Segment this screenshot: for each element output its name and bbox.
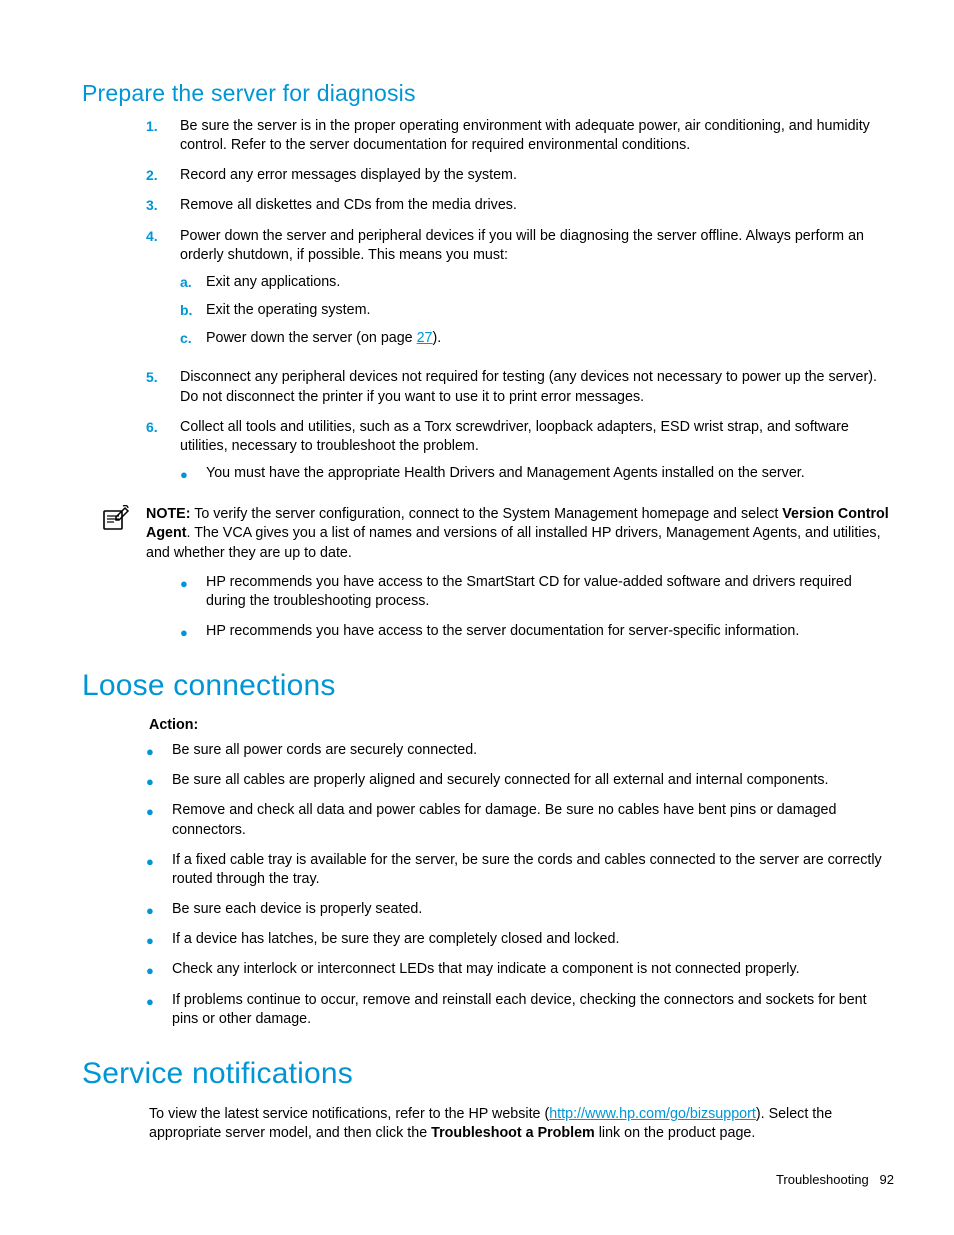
- list-item: 5. Disconnect any peripheral devices not…: [146, 368, 894, 406]
- list-text: Be sure all cables are properly aligned …: [172, 771, 894, 790]
- list-text: Disconnect any peripheral devices not re…: [180, 368, 894, 406]
- list-item: ●Be sure all power cords are securely co…: [146, 741, 894, 760]
- list-text: Remove and check all data and power cabl…: [172, 801, 894, 839]
- list-text: You must have the appropriate Health Dri…: [206, 464, 894, 483]
- sn-suffix: link on the product page.: [595, 1125, 756, 1141]
- footer-page-number: 92: [880, 1172, 894, 1187]
- note-part2: . The VCA gives you a list of names and …: [146, 525, 881, 560]
- list-text: Exit any applications.: [206, 273, 894, 292]
- sn-prefix: To view the latest service notifications…: [149, 1106, 549, 1122]
- list-item: 1. Be sure the server is in the proper o…: [146, 117, 894, 155]
- list-item: ● You must have the appropriate Health D…: [180, 464, 894, 483]
- footer-section: Troubleshooting: [776, 1172, 869, 1187]
- list-text: Remove all diskettes and CDs from the me…: [180, 196, 894, 215]
- step6-bullets: ● You must have the appropriate Health D…: [180, 464, 894, 483]
- list-marker: c.: [180, 329, 206, 348]
- list-item: ●If a fixed cable tray is available for …: [146, 851, 894, 889]
- list-text: Be sure all power cords are securely con…: [172, 741, 894, 760]
- list-text: Power down the server and peripheral dev…: [180, 227, 894, 358]
- list-item: ●Check any interlock or interconnect LED…: [146, 960, 894, 979]
- list-item: ●Remove and check all data and power cab…: [146, 801, 894, 839]
- bullet-icon: ●: [146, 930, 172, 949]
- list-marker: 5.: [146, 368, 180, 406]
- list-text: Exit the operating system.: [206, 301, 894, 320]
- bullet-icon: ●: [146, 960, 172, 979]
- prepare-steps: 1. Be sure the server is in the proper o…: [146, 117, 894, 494]
- page-footer: Troubleshooting 92: [776, 1172, 894, 1187]
- note-text: NOTE: To verify the server configuration…: [146, 505, 894, 562]
- list-item: b. Exit the operating system.: [180, 301, 894, 320]
- bullet-icon: ●: [180, 573, 206, 611]
- bullet-icon: ●: [146, 771, 172, 790]
- bullet-icon: ●: [146, 801, 172, 839]
- list-text: HP recommends you have access to the Sma…: [206, 573, 894, 611]
- list-item: c. Power down the server (on page 27).: [180, 329, 894, 348]
- list-text: Be sure each device is properly seated.: [172, 900, 894, 919]
- prepare-body: 1. Be sure the server is in the proper o…: [146, 117, 894, 641]
- list-item: ●Be sure each device is properly seated.: [146, 900, 894, 919]
- bullet-icon: ●: [146, 900, 172, 919]
- note-part1: To verify the server configuration, conn…: [190, 506, 782, 522]
- list-text: Record any error messages displayed by t…: [180, 166, 894, 185]
- step4-text: Power down the server and peripheral dev…: [180, 228, 864, 263]
- bullet-icon: ●: [180, 464, 206, 483]
- bullet-icon: ●: [180, 622, 206, 641]
- list-item: ●Be sure all cables are properly aligned…: [146, 771, 894, 790]
- bullet-icon: ●: [146, 741, 172, 760]
- colon: :: [193, 717, 198, 733]
- bullet-icon: ●: [146, 991, 172, 1029]
- list-text: Power down the server (on page 27).: [206, 329, 894, 348]
- action-label: Action:: [149, 717, 894, 733]
- loose-bullets: ●Be sure all power cords are securely co…: [146, 741, 894, 1029]
- note-label: NOTE:: [146, 506, 190, 522]
- list-marker: 6.: [146, 418, 180, 494]
- loose-body: ●Be sure all power cords are securely co…: [146, 741, 894, 1029]
- list-marker: 1.: [146, 117, 180, 155]
- list-item: 4. Power down the server and peripheral …: [146, 227, 894, 358]
- sn-bold: Troubleshoot a Problem: [431, 1125, 595, 1141]
- note-block: NOTE: To verify the server configuration…: [102, 505, 894, 562]
- list-item: ● HP recommends you have access to the S…: [180, 573, 894, 611]
- step6-text: Collect all tools and utilities, such as…: [180, 419, 849, 454]
- bullet-icon: ●: [146, 851, 172, 889]
- list-item: ●If a device has latches, be sure they a…: [146, 930, 894, 949]
- substeps: a. Exit any applications. b. Exit the op…: [180, 273, 894, 348]
- action-word: Action: [149, 717, 193, 733]
- bizsupport-link[interactable]: http://www.hp.com/go/bizsupport: [549, 1106, 756, 1122]
- note-icon: [102, 505, 146, 562]
- list-item: 6. Collect all tools and utilities, such…: [146, 418, 894, 494]
- list-item: a. Exit any applications.: [180, 273, 894, 292]
- list-item: ● HP recommends you have access to the s…: [180, 622, 894, 641]
- list-text: HP recommends you have access to the ser…: [206, 622, 894, 641]
- list-marker: a.: [180, 273, 206, 292]
- list-marker: 2.: [146, 166, 180, 185]
- after-note-bullets: ● HP recommends you have access to the S…: [180, 573, 894, 641]
- substep-c-suffix: ).: [433, 330, 442, 346]
- list-item: 3. Remove all diskettes and CDs from the…: [146, 196, 894, 215]
- list-marker: 4.: [146, 227, 180, 358]
- document-page: Prepare the server for diagnosis 1. Be s…: [0, 0, 954, 1235]
- list-text: Be sure the server is in the proper oper…: [180, 117, 894, 155]
- list-item: 2. Record any error messages displayed b…: [146, 166, 894, 185]
- page-link-27[interactable]: 27: [417, 330, 433, 346]
- list-marker: 3.: [146, 196, 180, 215]
- list-item: ●If problems continue to occur, remove a…: [146, 991, 894, 1029]
- list-text: If problems continue to occur, remove an…: [172, 991, 894, 1029]
- heading-service-notifications: Service notifications: [82, 1057, 894, 1091]
- heading-prepare: Prepare the server for diagnosis: [82, 80, 894, 107]
- list-text: If a fixed cable tray is available for t…: [172, 851, 894, 889]
- list-text: Collect all tools and utilities, such as…: [180, 418, 894, 494]
- heading-loose-connections: Loose connections: [82, 669, 894, 703]
- list-text: If a device has latches, be sure they ar…: [172, 930, 894, 949]
- service-paragraph: To view the latest service notifications…: [149, 1105, 894, 1143]
- substep-c-prefix: Power down the server (on page: [206, 330, 417, 346]
- list-marker: b.: [180, 301, 206, 320]
- list-text: Check any interlock or interconnect LEDs…: [172, 960, 894, 979]
